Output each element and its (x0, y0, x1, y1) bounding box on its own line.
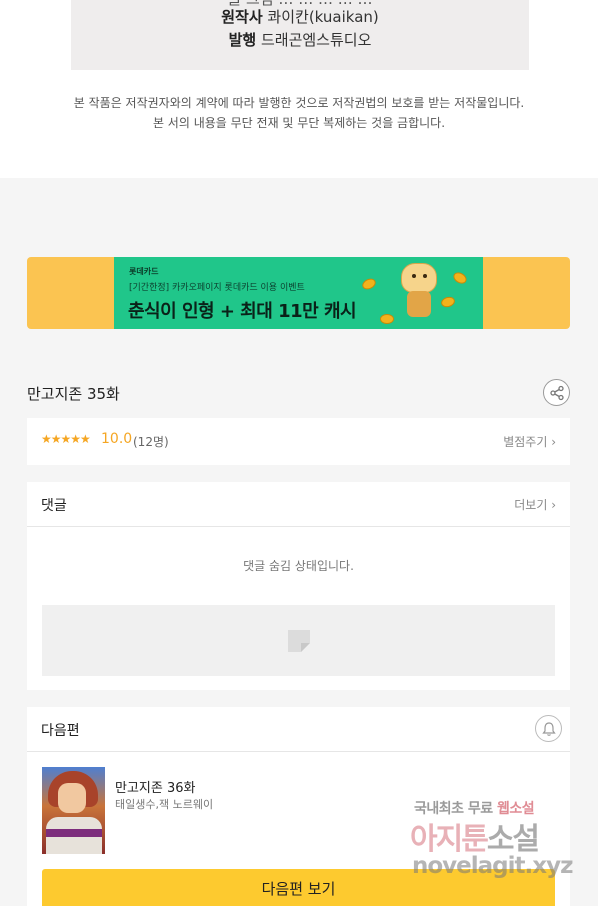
copyright-notice-2: 본 서의 내용을 무단 전재 및 무단 복제하는 것을 금합니다. (152, 116, 446, 130)
coin-icon (380, 314, 394, 324)
credits-section: 글·그림 … … … … … 원작사 콰이칸(kuaikan) 발행 드래곤엠스… (0, 0, 598, 178)
comments-hidden-message: 댓글 숨김 상태입니다. (243, 559, 354, 573)
credits-original-label: 원작사 (221, 8, 263, 26)
rating-stars: ★★★★★ (41, 432, 91, 446)
coin-icon (360, 276, 378, 292)
ad-placeholder (42, 605, 555, 676)
promo-banner-content: 롯데카드 [기간한정] 카카오페이지 롯데카드 이용 이벤트 춘식이 인형 + … (114, 257, 483, 329)
image-placeholder-icon (288, 630, 310, 652)
banner-subtitle: [기간한정] 카카오페이지 롯데카드 이용 이벤트 (129, 283, 305, 293)
credits-publisher: 발행 드래곤엠스튜디오 (71, 29, 529, 50)
next-episode-thumbnail[interactable] (42, 767, 105, 854)
episode-title: 만고지존 35화 (27, 385, 120, 403)
watermark-logo-b: 소설 (486, 822, 540, 857)
promo-banner[interactable]: 롯데카드 [기간한정] 카카오페이지 롯데카드 이용 이벤트 춘식이 인형 + … (27, 257, 570, 329)
site-watermark: 국내최초 무료 웹소설 아지툰소설 novelagit.xyz (410, 798, 598, 890)
rating-score: 10.0 (101, 431, 133, 447)
comments-title: 댓글 (41, 498, 67, 514)
bell-icon (542, 722, 556, 736)
credits-original-value: 콰이칸(kuaikan) (267, 8, 379, 26)
comments-card: 댓글 더보기 › 댓글 숨김 상태입니다. (27, 482, 570, 690)
rating-count: (12명) (133, 435, 169, 449)
share-icon (550, 385, 564, 401)
coin-icon (451, 270, 469, 286)
next-episode-title[interactable]: 만고지존 36화 (115, 777, 195, 796)
comments-more-button[interactable]: 더보기 › (514, 496, 556, 513)
character-illustration (399, 263, 439, 321)
banner-brand: 롯데카드 (129, 267, 159, 276)
credits-publisher-value: 드래곤엠스튜디오 (260, 31, 372, 49)
copyright-notice-1: 본 작품은 저작권자와의 계약에 따라 발행한 것으로 저작권법의 보호를 받는… (73, 96, 525, 110)
notify-button[interactable] (535, 715, 562, 742)
banner-title: 춘식이 인형 + 최대 11만 캐시 (128, 301, 357, 322)
comments-header: 댓글 더보기 › (27, 482, 570, 527)
credits-box: 글·그림 … … … … … 원작사 콰이칸(kuaikan) 발행 드래곤엠스… (71, 0, 529, 70)
coin-icon (439, 295, 457, 309)
watermark-logo: 아지툰소설 (410, 814, 540, 858)
next-episode-author: 태일생수,잭 노르웨이 (115, 798, 214, 811)
rating-card: ★★★★★ 10.0 (12명) 별점주기 › (27, 418, 570, 465)
watermark-url: novelagit.xyz (412, 853, 573, 879)
credits-original: 원작사 콰이칸(kuaikan) (71, 6, 529, 27)
credits-publisher-label: 발행 (228, 31, 257, 49)
next-episode-heading: 다음편 (41, 723, 80, 739)
share-button[interactable] (543, 379, 570, 406)
rate-button[interactable]: 별점주기 › (503, 433, 556, 450)
watermark-logo-a: 아지툰 (410, 822, 489, 857)
next-episode-header: 다음편 (27, 707, 570, 752)
